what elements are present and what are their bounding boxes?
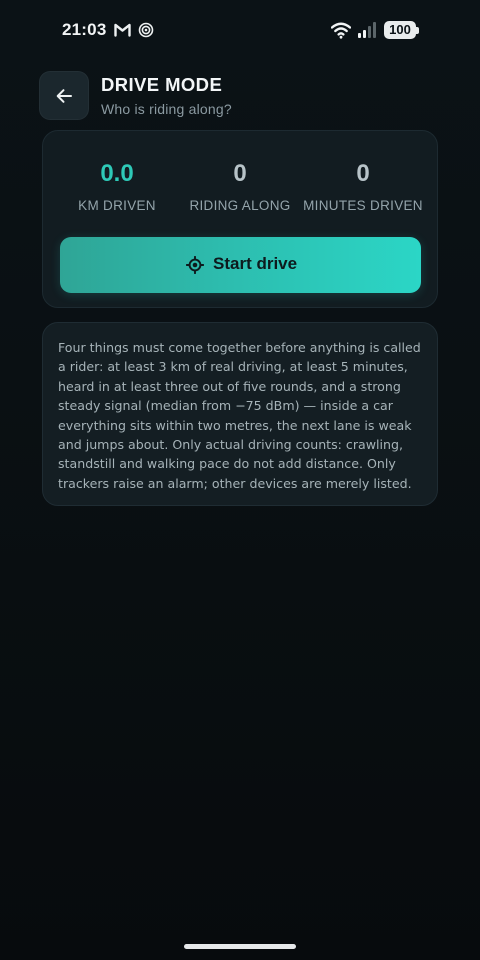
stat-km-driven-label: KM DRIVEN (78, 198, 156, 213)
info-card: Four things must come together before an… (42, 322, 438, 506)
sync-icon (138, 22, 154, 38)
page-subtitle: Who is riding along? (101, 101, 232, 117)
stat-km-driven: 0.0 KM DRIVEN (52, 159, 182, 213)
signal-icon (358, 22, 376, 38)
stat-riding-along-value: 0 (233, 160, 247, 187)
wifi-icon (331, 22, 351, 39)
stat-minutes-driven-label: MINUTES DRIVEN (303, 198, 423, 213)
back-button[interactable] (39, 71, 89, 120)
stat-minutes-driven: 0 MINUTES DRIVEN (298, 159, 428, 213)
battery-icon: 100 (384, 21, 416, 39)
stat-riding-along-label: RIDING ALONG (189, 198, 291, 213)
start-drive-label: Start drive (213, 254, 298, 273)
battery-tip (416, 27, 419, 34)
stats-card: 0.0 KM DRIVEN 0 RIDING ALONG 0 MINUTES D… (42, 130, 438, 308)
location-target-icon (186, 256, 204, 274)
info-text: Four things must come together before an… (58, 340, 421, 491)
start-drive-button[interactable]: Start drive (60, 237, 421, 293)
page-title: DRIVE MODE (101, 74, 223, 95)
home-indicator[interactable] (184, 944, 296, 949)
status-bar: 21:03 100 (0, 18, 480, 44)
status-time: 21:03 (62, 20, 107, 39)
gmail-icon (114, 23, 131, 37)
stat-riding-along: 0 RIDING ALONG (175, 159, 305, 213)
battery-level: 100 (389, 22, 411, 37)
stat-minutes-driven-value: 0 (356, 160, 370, 187)
stat-km-driven-value: 0.0 (100, 160, 134, 187)
arrow-left-icon (56, 89, 72, 103)
